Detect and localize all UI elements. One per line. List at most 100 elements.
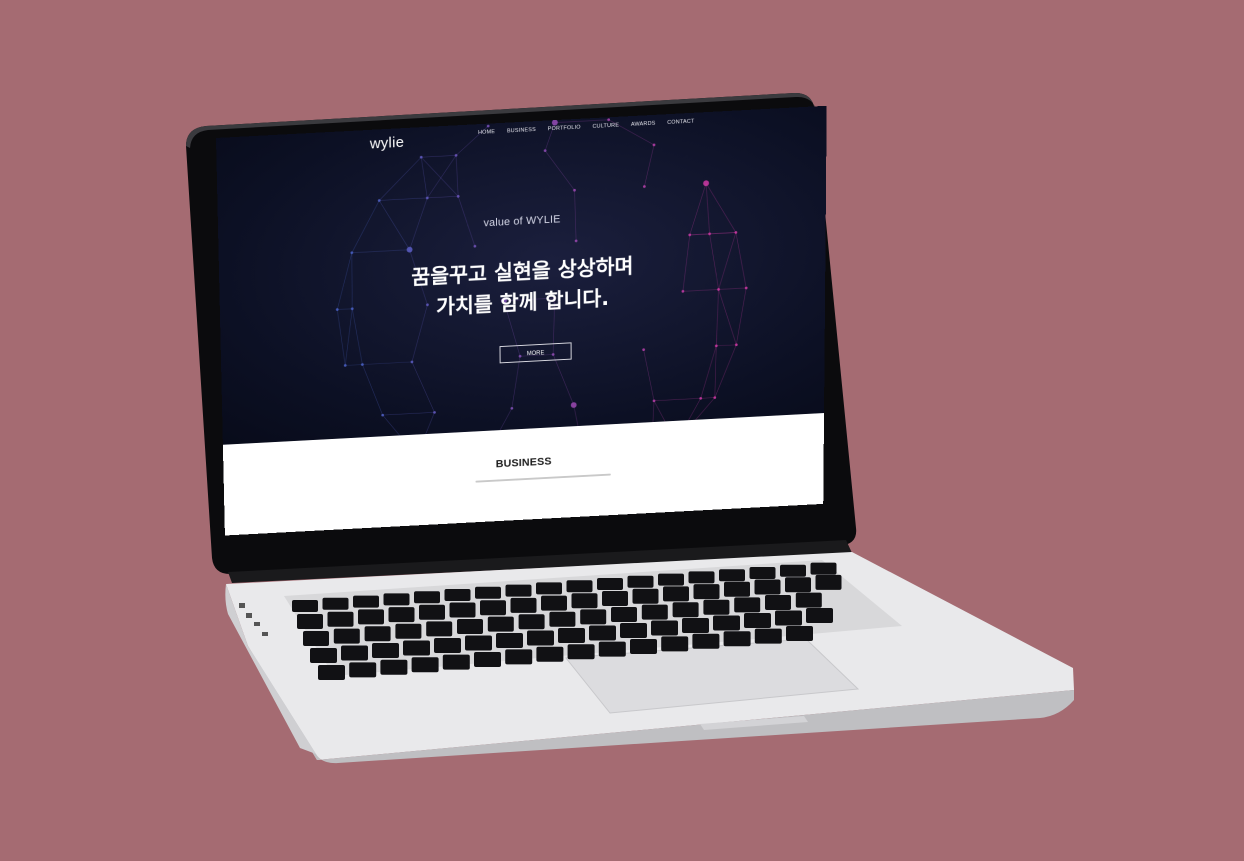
keyboard-key	[310, 648, 337, 663]
keyboard-key	[327, 611, 354, 627]
keyboard-key	[692, 633, 720, 649]
nav-item-portfolio[interactable]: PORTFOLIO	[548, 125, 581, 133]
keyboard-key	[627, 575, 654, 588]
keyboard-key	[785, 577, 811, 593]
network-node	[410, 360, 414, 364]
keyboard-key	[403, 640, 430, 656]
keyboard-key	[598, 641, 626, 657]
keyboard-key	[693, 584, 720, 600]
network-link	[716, 345, 736, 346]
keyboard-key	[303, 631, 329, 646]
network-node	[734, 231, 738, 234]
keyboard-key	[474, 652, 501, 667]
network-link	[379, 157, 422, 200]
keyboard-key	[297, 614, 323, 629]
network-link	[701, 398, 715, 399]
keyboard-key	[527, 630, 554, 646]
nav-item-awards[interactable]: AWARDS	[631, 121, 656, 128]
keyboard-key	[510, 597, 537, 613]
keyboard-key	[724, 581, 750, 597]
network-node	[574, 239, 578, 243]
keyboard-key	[810, 562, 837, 575]
hero-section: wylie HOME BUSINESS PORTFOLIO CULTURE AW…	[216, 105, 827, 445]
keyboard-key	[641, 604, 668, 620]
network-node	[708, 232, 711, 236]
keyboard-key	[444, 589, 471, 601]
network-link	[362, 362, 412, 365]
network-link	[456, 155, 458, 196]
keyboard-key	[364, 626, 391, 642]
keyboard-key	[318, 665, 345, 680]
keyboard-key	[541, 595, 567, 611]
keyboard-key	[754, 579, 781, 595]
nav-item-business[interactable]: BUSINESS	[507, 127, 536, 134]
network-link	[383, 412, 435, 415]
network-node	[688, 233, 692, 237]
keyboard-key	[658, 573, 684, 586]
section-description-line	[475, 473, 611, 483]
network-link	[553, 353, 574, 406]
network-node	[642, 348, 646, 352]
keyboard-key	[688, 571, 715, 584]
keyboard-key	[765, 595, 791, 610]
keyboard-key	[713, 615, 740, 631]
network-link	[644, 145, 654, 187]
keyboard-key	[719, 569, 745, 582]
keyboard-key	[395, 623, 422, 639]
network-link	[427, 155, 457, 198]
network-link	[427, 196, 458, 198]
keyboard-key	[411, 657, 439, 673]
network-link	[710, 232, 736, 233]
keyboard-key	[566, 580, 593, 593]
laptop-screen: wylie HOME BUSINESS PORTFOLIO CULTURE AW…	[216, 105, 836, 558]
network-link	[511, 356, 520, 408]
keyboard-key	[630, 639, 657, 654]
keyboard-key	[682, 618, 709, 633]
network-node	[433, 410, 436, 414]
keyboard-key	[414, 591, 440, 604]
keyboard-key	[632, 588, 659, 604]
keyboard-key	[388, 607, 415, 623]
network-node	[734, 343, 738, 347]
keyboard-key	[571, 593, 598, 609]
keyboard-key	[353, 595, 379, 608]
network-link	[379, 198, 427, 201]
keyboard-key	[602, 591, 628, 606]
network-link	[545, 149, 574, 192]
keyboard-key	[661, 636, 689, 652]
keyboard-key	[449, 602, 476, 618]
keyboard-key	[341, 645, 368, 661]
keyboard-key	[663, 586, 689, 602]
keyboard-key	[549, 611, 576, 627]
network-link	[412, 361, 435, 414]
nav-item-culture[interactable]: CULTURE	[593, 123, 620, 130]
network-node	[406, 246, 413, 253]
keyboard-key	[487, 616, 514, 632]
network-node	[510, 406, 514, 410]
network-node	[714, 344, 718, 348]
network-node	[343, 364, 347, 367]
keyboard-key	[480, 600, 506, 616]
keyboard-key	[589, 625, 616, 641]
nav-item-home[interactable]: HOME	[478, 129, 495, 136]
keyboard-key	[734, 597, 761, 613]
keyboard-key	[775, 610, 802, 626]
keyboard-key	[536, 646, 564, 662]
keyboard-key	[749, 567, 776, 579]
network-node	[643, 185, 646, 188]
keyboard-key	[505, 649, 533, 665]
keyboard-key	[372, 643, 399, 658]
keyboard-key	[703, 599, 730, 615]
network-node	[699, 396, 703, 400]
network-link	[421, 155, 458, 198]
keyboard-key	[536, 582, 562, 595]
network-link	[362, 363, 382, 416]
keyboard-key	[349, 662, 377, 678]
keyboard-key	[322, 597, 349, 610]
site-logo[interactable]: wylie	[370, 134, 405, 152]
keyboard-key	[496, 633, 523, 648]
keyboard-key	[383, 593, 410, 606]
network-link	[644, 349, 654, 401]
keyboard-key	[380, 659, 408, 675]
nav-item-contact[interactable]: CONTACT	[667, 119, 694, 126]
